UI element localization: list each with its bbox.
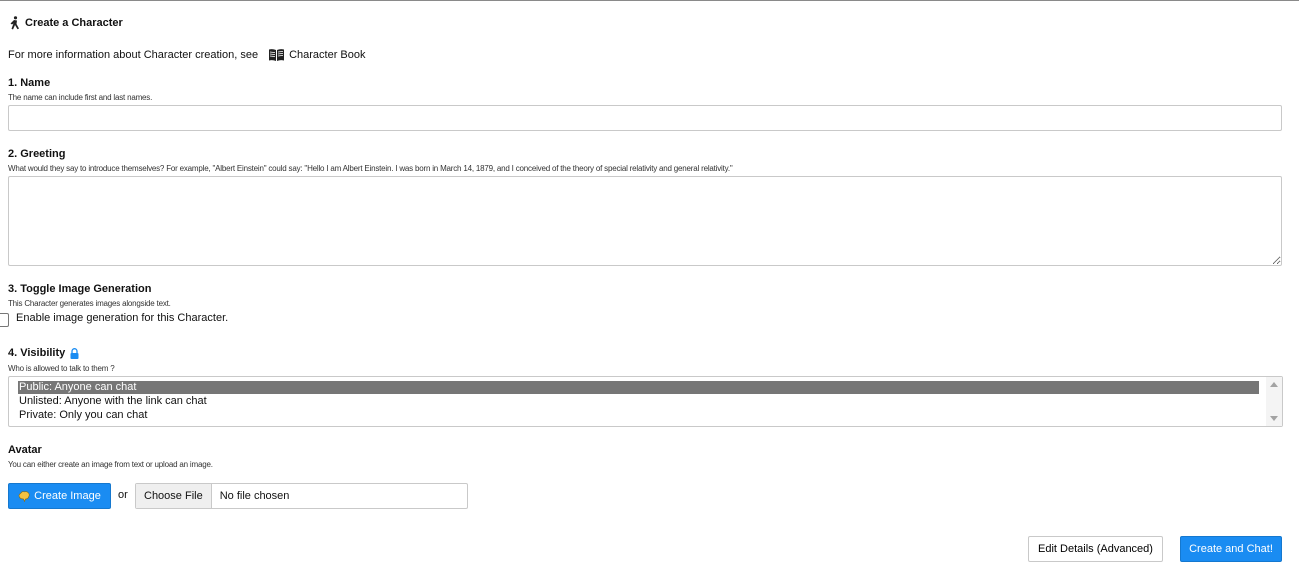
name-label: 1. Name: [8, 77, 51, 89]
file-input[interactable]: Choose File No file chosen: [135, 483, 468, 509]
info-line: For more information about Character cre…: [8, 48, 366, 62]
edit-details-button[interactable]: Edit Details (Advanced): [1028, 536, 1163, 562]
avatar-help: You can either create an image from text…: [8, 460, 213, 469]
page-title-text: Create a Character: [25, 17, 123, 29]
visibility-option-public[interactable]: Public: Anyone can chat: [18, 381, 1259, 394]
info-text: For more information about Character cre…: [8, 49, 259, 61]
create-image-label: Create Image: [34, 490, 101, 502]
scroll-up-arrow-icon[interactable]: [1270, 382, 1278, 387]
visibility-label: 4. Visibility: [8, 347, 79, 359]
character-book-label: Character Book: [289, 49, 366, 61]
character-book-link[interactable]: Character Book: [268, 48, 366, 62]
greeting-textarea[interactable]: [8, 176, 1282, 266]
or-text: or: [118, 489, 128, 501]
visibility-help: Who is allowed to talk to them ?: [8, 364, 115, 373]
visibility-listbox[interactable]: Public: Anyone can chat Unlisted: Anyone…: [8, 376, 1283, 427]
avatar-label: Avatar: [8, 444, 42, 456]
name-help: The name can include first and last name…: [8, 93, 153, 102]
book-open-icon: [269, 49, 285, 61]
name-input[interactable]: [8, 105, 1282, 131]
image-gen-label: 3. Toggle Image Generation: [8, 283, 152, 295]
visibility-option-unlisted[interactable]: Unlisted: Anyone with the link can chat: [18, 395, 1259, 408]
no-file-chosen-text: No file chosen: [219, 490, 290, 502]
visibility-label-text: 4. Visibility: [8, 347, 66, 359]
lock-icon: [70, 347, 79, 359]
create-image-button[interactable]: Create Image: [8, 483, 111, 509]
greeting-label: 2. Greeting: [8, 148, 66, 160]
listbox-scrollbar[interactable]: [1266, 377, 1282, 426]
greeting-help: What would they say to introduce themsel…: [8, 164, 733, 173]
scroll-down-arrow-icon[interactable]: [1270, 416, 1278, 421]
image-gen-help: This Character generates images alongsid…: [8, 299, 171, 308]
create-and-chat-button[interactable]: Create and Chat!: [1180, 536, 1282, 562]
image-gen-checkbox[interactable]: [0, 313, 9, 327]
choose-file-button[interactable]: Choose File: [136, 484, 212, 508]
page-title: Create a Character: [9, 16, 123, 30]
image-gen-checkbox-label[interactable]: Enable image generation for this Charact…: [16, 312, 228, 324]
brain-icon: [18, 490, 30, 502]
visibility-option-private[interactable]: Private: Only you can chat: [18, 409, 1259, 422]
person-walking-icon: [10, 16, 19, 30]
